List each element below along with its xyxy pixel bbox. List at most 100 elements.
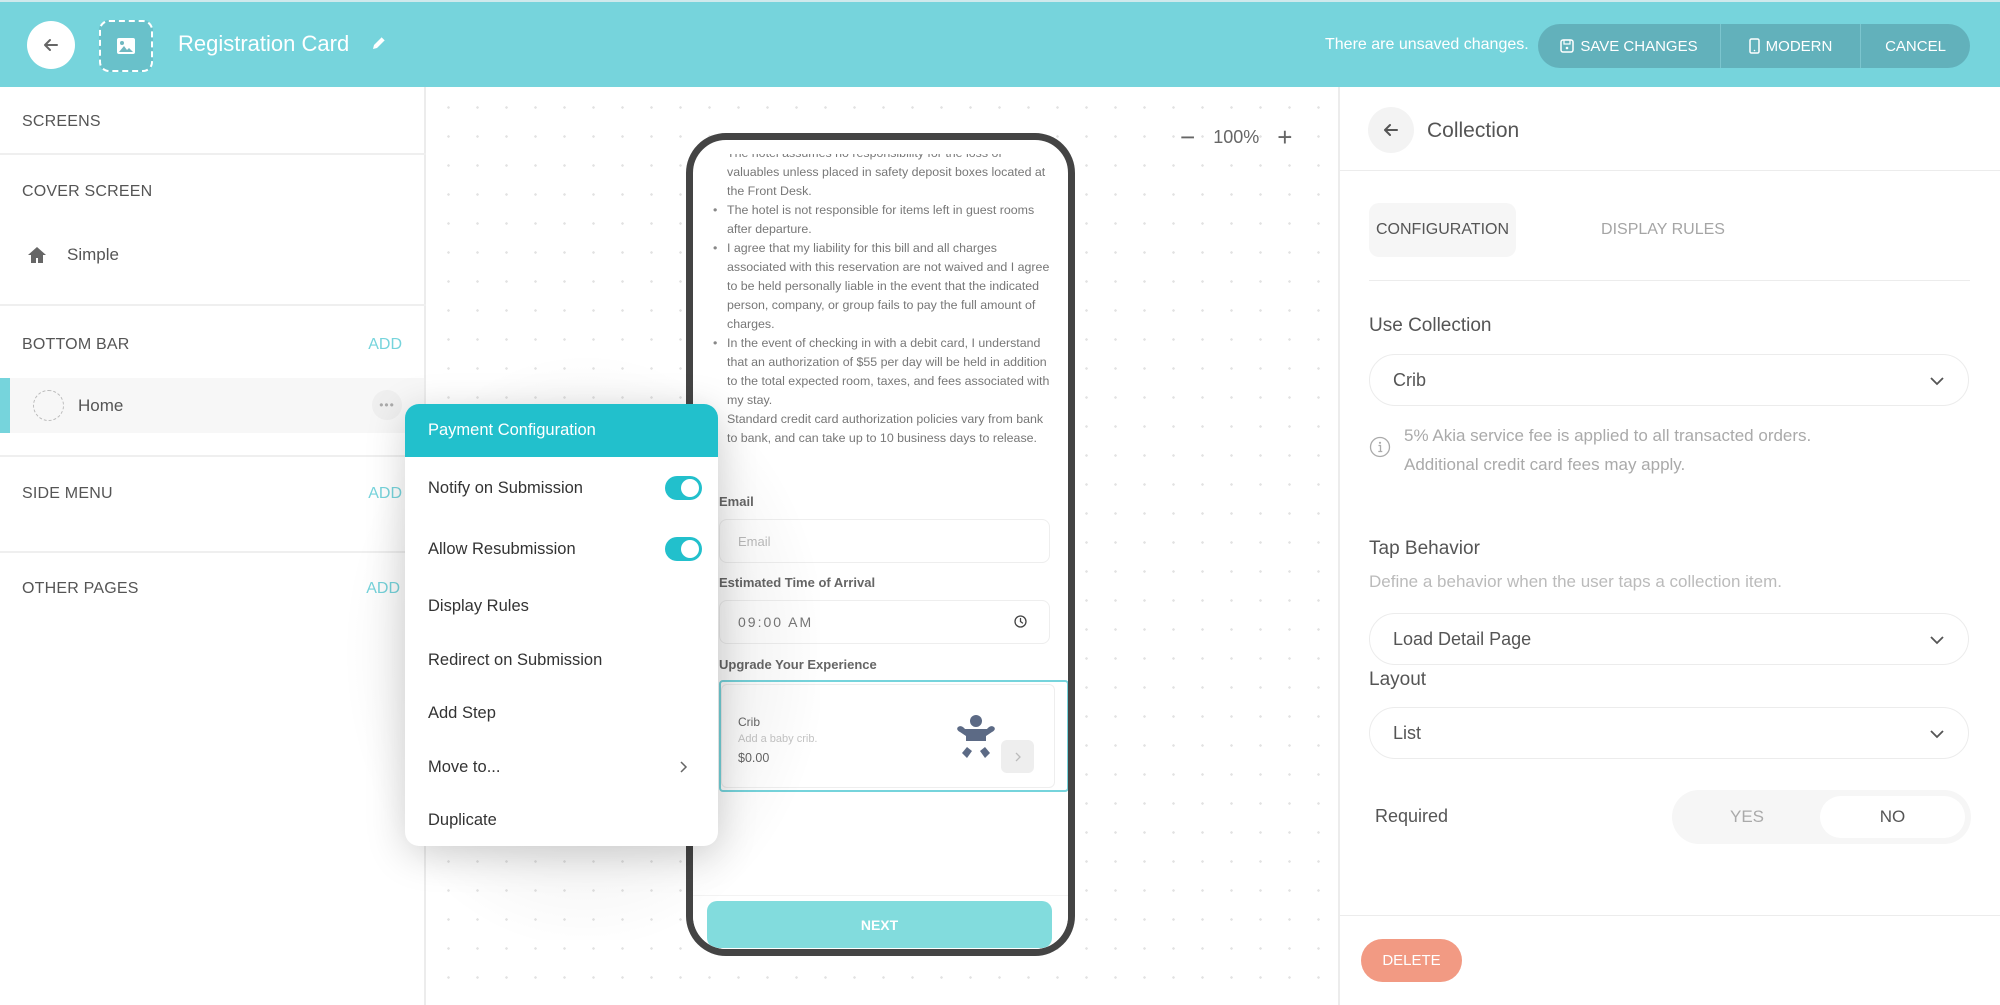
tap-behavior-value: Load Detail Page xyxy=(1393,628,1532,649)
other-pages-add-button[interactable]: ADD xyxy=(366,580,400,598)
phone-preview: The hotel assumes no responsibility for … xyxy=(686,133,1075,956)
chevron-down-icon xyxy=(1930,636,1944,645)
menu-title: Payment Configuration xyxy=(405,404,718,457)
menu-item-label: Move to... xyxy=(428,757,501,776)
terms-item: Standard credit card authorization polic… xyxy=(711,410,1055,448)
tap-behavior-select[interactable]: Load Detail Page xyxy=(1369,613,1969,665)
top-header: Registration Card There are unsaved chan… xyxy=(0,0,2000,87)
terms-item: I agree that my liability for this bill … xyxy=(711,239,1055,334)
sidebar-item-home[interactable]: Home ••• xyxy=(0,378,424,433)
item-name: Crib xyxy=(738,715,761,729)
layout-select[interactable]: List xyxy=(1369,707,1969,759)
email-label: Email xyxy=(719,494,754,509)
use-collection-value: Crib xyxy=(1393,369,1427,390)
terms-cut-line: The hotel assumes no responsibility for … xyxy=(727,154,1002,163)
terms-item: valuables unless placed in safety deposi… xyxy=(727,165,1046,198)
menu-item-duplicate[interactable]: Duplicate xyxy=(405,798,718,842)
item-open-button[interactable] xyxy=(1001,740,1034,773)
layout-value: List xyxy=(1393,722,1422,743)
tab-display-rules[interactable]: DISPLAY RULES xyxy=(1583,203,1743,257)
menu-item-redirect-on-submission[interactable]: Redirect on Submission xyxy=(405,638,718,682)
save-changes-button[interactable]: SAVE CHANGES xyxy=(1538,24,1721,68)
bottom-bar-add-button[interactable]: ADD xyxy=(368,336,402,354)
item-price: $0.00 xyxy=(738,751,770,765)
unsaved-changes-text: There are unsaved changes. xyxy=(1325,36,1529,53)
screens-section: SCREENS xyxy=(0,87,426,155)
page-title: Registration Card xyxy=(178,31,350,56)
screens-sidebar: SCREENS COVER SCREEN Simple BOTTOM BAR A… xyxy=(0,87,426,1005)
side-menu-add-button[interactable]: ADD xyxy=(368,485,402,503)
next-button[interactable]: NEXT xyxy=(707,901,1052,948)
clock-icon xyxy=(1014,615,1027,628)
phone-icon xyxy=(1748,38,1760,54)
menu-item-add-step[interactable]: Add Step xyxy=(405,691,718,735)
header-button-group: SAVE CHANGES MODERN CANCEL xyxy=(1538,24,1970,68)
upgrade-label: Upgrade Your Experience xyxy=(719,657,877,672)
eta-label: Estimated Time of Arrival xyxy=(719,575,876,590)
required-toggle: YES NO xyxy=(1672,790,1971,844)
screens-heading: SCREENS xyxy=(22,113,101,130)
menu-item-allow-resubmission[interactable]: Allow Resubmission xyxy=(405,527,718,571)
cover-screen-section: COVER SCREEN Simple xyxy=(0,155,426,306)
panel-back-button[interactable] xyxy=(1368,107,1414,153)
payment-config-menu: Payment Configuration Notify on Submissi… xyxy=(405,404,718,846)
sidebar-item-simple[interactable]: Simple xyxy=(0,235,424,275)
use-collection-label: Use Collection xyxy=(1369,315,1492,336)
required-no-option[interactable]: NO xyxy=(1820,796,1965,838)
more-options-button[interactable]: ••• xyxy=(372,390,402,420)
required-yes-option[interactable]: YES xyxy=(1678,796,1816,838)
modern-button[interactable]: MODERN xyxy=(1721,24,1861,68)
baby-icon xyxy=(957,715,995,758)
chevron-right-icon xyxy=(680,761,688,773)
menu-item-label: Allow Resubmission xyxy=(428,539,576,558)
terms-item: The hotel is not responsible for items l… xyxy=(711,201,1055,239)
delete-button[interactable]: DELETE xyxy=(1361,939,1462,982)
service-fee-note: 5% Akia service fee is applied to all tr… xyxy=(1404,421,1811,479)
zoom-in-button[interactable]: + xyxy=(1277,124,1292,150)
notify-toggle[interactable] xyxy=(665,476,702,500)
eta-value: 09:00 AM xyxy=(738,614,814,630)
other-pages-heading: OTHER PAGES xyxy=(22,580,139,597)
zoom-controls: − 100% + xyxy=(1180,124,1292,150)
modern-label: MODERN xyxy=(1765,37,1833,55)
email-field[interactable]: Email xyxy=(719,519,1050,563)
tabs-divider xyxy=(1369,280,1970,281)
tap-behavior-help: Define a behavior when the user taps a c… xyxy=(1369,572,1782,591)
save-changes-label: SAVE CHANGES xyxy=(1580,37,1698,55)
image-placeholder-icon xyxy=(117,38,135,54)
chevron-right-icon xyxy=(1015,752,1021,761)
zoom-out-button[interactable]: − xyxy=(1180,124,1195,150)
tab-configuration[interactable]: CONFIGURATION xyxy=(1369,203,1516,257)
menu-item-notify-on-submission[interactable]: Notify on Submission xyxy=(405,466,718,510)
layout-label: Layout xyxy=(1369,669,1427,690)
menu-item-label: Notify on Submission xyxy=(428,478,583,497)
side-menu-section: SIDE MENU ADD xyxy=(0,457,426,553)
bottom-bar-section: BOTTOM BAR ADD Home ••• xyxy=(0,306,426,457)
bottom-bar-heading: BOTTOM BAR xyxy=(22,336,130,353)
use-collection-select[interactable]: Crib xyxy=(1369,354,1969,406)
item-description: Add a baby crib. xyxy=(738,733,818,745)
eta-time-field[interactable]: 09:00 AM xyxy=(719,600,1050,644)
selected-indicator xyxy=(0,378,10,433)
arrow-left-icon xyxy=(44,39,58,51)
cancel-label: CANCEL xyxy=(1885,37,1946,55)
info-line: Additional credit card fees may apply. xyxy=(1404,455,1686,474)
terms-list: The hotel assumes no responsibility for … xyxy=(711,154,1055,448)
panel-footer-divider xyxy=(1340,915,2000,916)
zoom-level: 100% xyxy=(1213,126,1260,147)
cancel-button[interactable]: CANCEL xyxy=(1861,24,1970,68)
arrow-left-icon xyxy=(1384,124,1398,136)
floppy-disk-icon xyxy=(1560,39,1575,53)
sidebar-item-label: Simple xyxy=(67,245,119,264)
image-upload-slot[interactable] xyxy=(99,20,153,72)
panel-divider xyxy=(1340,170,2000,171)
info-line: 5% Akia service fee is applied to all tr… xyxy=(1404,426,1812,445)
resubmission-toggle[interactable] xyxy=(665,537,702,561)
back-button[interactable] xyxy=(27,21,75,69)
menu-item-display-rules[interactable]: Display Rules xyxy=(405,584,718,628)
panel-title: Collection xyxy=(1427,119,1520,142)
terms-item: In the event of checking in with a debit… xyxy=(711,334,1055,410)
menu-item-move-to[interactable]: Move to... xyxy=(405,745,718,789)
pencil-icon[interactable] xyxy=(370,34,388,57)
collection-item-card[interactable]: Crib Add a baby crib. $0.00 xyxy=(719,680,1068,792)
